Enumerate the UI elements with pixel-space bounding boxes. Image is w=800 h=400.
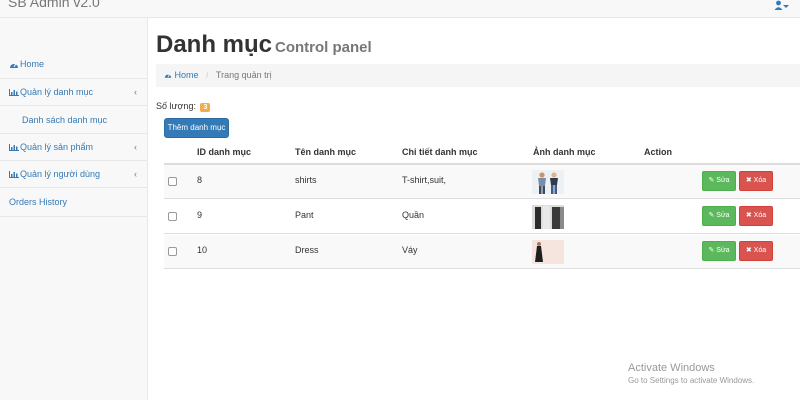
sidebar-subitem-category-list[interactable]: Danh sách danh mục [0, 106, 147, 134]
cell-detail: T-shirt,suit, [402, 175, 447, 185]
sidebar-item-orders-history[interactable]: Orders History [0, 188, 147, 217]
dashboard-icon [10, 63, 18, 68]
sidebar-item-label: Quản lý người dùng [20, 169, 100, 179]
page-title: Danh mục Control panel [156, 31, 372, 59]
column-header-image: Ảnh danh mục [533, 147, 596, 157]
category-count: Số lượng: 3 [156, 101, 211, 112]
breadcrumb-current: Trang quản trị [215, 70, 272, 80]
cell-name: Dress [295, 245, 319, 255]
top-navbar: SB Admin v2.0 [0, 0, 800, 18]
page-subtitle: Control panel [275, 39, 372, 56]
cell-name: shirts [295, 175, 317, 185]
edit-button[interactable]: ✎ Sửa [702, 171, 736, 191]
breadcrumb: Home / Trang quản trị [156, 64, 800, 87]
bar-chart-icon [9, 144, 19, 151]
page-title-text: Danh mục [156, 31, 273, 58]
sidebar-item-label: Quản lý danh mục [20, 87, 94, 97]
pants-thumbnail [532, 205, 564, 229]
bar-chart-icon [9, 89, 19, 96]
delete-icon: ✖ [745, 247, 752, 254]
chevron-left-icon[interactable]: ‹ [134, 142, 137, 152]
table-row: 8 shirts T-shirt,suit, ✎ Sửa ✖ Xóa [164, 165, 800, 199]
delete-icon: ✖ [745, 212, 752, 219]
brand-title[interactable]: SB Admin v2.0 [8, 0, 100, 10]
delete-button[interactable]: ✖ Xóa [739, 171, 773, 191]
chevron-left-icon[interactable]: ‹ [134, 87, 137, 97]
cell-detail: Quần [402, 210, 425, 220]
column-header-action: Action [644, 147, 672, 157]
edit-icon: ✎ [708, 212, 715, 219]
row-checkbox[interactable] [168, 212, 177, 221]
sidebar-item-products[interactable]: Quản lý sản phẩm ‹ [0, 134, 147, 161]
row-checkbox[interactable] [168, 247, 177, 256]
table-row: 10 Dress Váy ✎ Sửa ✖ Xóa [164, 235, 800, 269]
edit-button[interactable]: ✎ Sửa [702, 241, 736, 261]
dress-thumbnail [532, 240, 564, 264]
sidebar-item-users[interactable]: Quản lý người dùng ‹ [0, 161, 147, 188]
breadcrumb-separator: / [206, 70, 209, 80]
bar-chart-icon [9, 171, 19, 178]
delete-button[interactable]: ✖ Xóa [739, 241, 773, 261]
table-row: 9 Pant Quần ✎ Sửa ✖ Xóa [164, 200, 800, 234]
watermark-subtitle: Go to Settings to activate Windows. [628, 376, 755, 385]
chevron-left-icon[interactable]: ‹ [134, 169, 137, 179]
delete-button[interactable]: ✖ Xóa [739, 206, 773, 226]
edit-icon: ✎ [708, 177, 715, 184]
column-header-detail: Chi tiết danh mục [402, 147, 478, 157]
breadcrumb-home-label: Home [174, 70, 199, 80]
column-header-name: Tên danh mục [295, 147, 357, 157]
cell-detail: Váy [402, 245, 418, 255]
count-badge: 3 [200, 103, 211, 112]
column-header-id: ID danh mục [197, 147, 252, 157]
shirts-thumbnail [532, 170, 564, 194]
dashboard-icon [164, 74, 172, 78]
cell-id: 9 [197, 210, 203, 220]
add-category-button[interactable]: Thêm danh mục [164, 118, 229, 138]
sidebar-item-label: Orders History [9, 197, 68, 207]
delete-icon: ✖ [745, 177, 752, 184]
cell-id: 8 [197, 175, 203, 185]
sidebar-item-categories[interactable]: Quản lý danh mục ‹ [0, 79, 147, 106]
sidebar-item-label: Home [20, 59, 45, 69]
watermark-title: Activate Windows [628, 362, 715, 374]
windows-activation-watermark: Activate Windows Go to Settings to activ… [628, 362, 754, 385]
edit-icon: ✎ [708, 247, 715, 254]
user-menu-icon[interactable] [774, 0, 789, 12]
count-label: Số lượng: [156, 101, 196, 111]
cell-name: Pant [295, 210, 314, 220]
breadcrumb-home-link[interactable]: Home [164, 70, 201, 80]
sidebar-item-label: Quản lý sản phẩm [20, 142, 94, 152]
sidebar-item-label: Danh sách danh mục [22, 114, 108, 125]
edit-button[interactable]: ✎ Sửa [702, 206, 736, 226]
sidebar: Home Quản lý danh mục ‹ Danh sách danh m… [0, 18, 148, 400]
cell-id: 10 [197, 245, 208, 255]
row-checkbox[interactable] [168, 177, 177, 186]
main-content: Danh mục Control panel Home / Trang quản … [148, 18, 800, 400]
sidebar-item-home[interactable]: Home [0, 50, 147, 79]
